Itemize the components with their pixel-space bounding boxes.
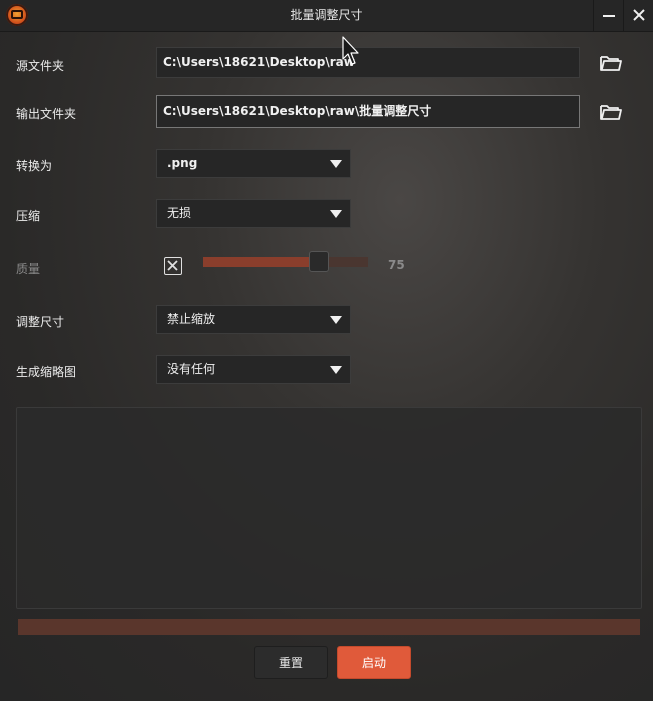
compression-label: 压缩 <box>16 209 41 223</box>
source-folder-browse-button[interactable] <box>600 54 622 72</box>
output-folder-label: 输出文件夹 <box>16 107 77 121</box>
window-title: 批量调整尺寸 <box>290 8 363 22</box>
output-folder-browse-button[interactable] <box>600 103 622 121</box>
output-folder-input[interactable]: C:\Users\18621\Desktop\raw\批量调整尺寸 <box>156 95 580 128</box>
quality-slider-handle[interactable] <box>309 251 329 272</box>
source-folder-input[interactable]: C:\Users\18621\Desktop\raw <box>156 47 580 78</box>
quality-slider-fill <box>203 257 311 267</box>
chevron-down-icon <box>330 210 342 218</box>
quality-value: 75 <box>388 258 405 272</box>
quality-slider[interactable] <box>203 251 368 272</box>
quality-label: 质量 <box>16 262 41 276</box>
convert-to-value: .png <box>167 156 198 170</box>
thumbnail-select[interactable]: 没有任何 <box>156 355 351 384</box>
close-icon <box>167 260 178 271</box>
title-bar: 批量调整尺寸 <box>0 0 653 32</box>
resize-label: 调整尺寸 <box>16 315 65 329</box>
convert-to-label: 转换为 <box>16 159 53 173</box>
folder-icon <box>600 56 622 71</box>
progress-bar <box>18 619 640 635</box>
chevron-down-icon <box>330 366 342 374</box>
reset-button[interactable]: 重置 <box>254 646 328 679</box>
compression-value: 无损 <box>167 206 192 220</box>
thumbnail-value: 没有任何 <box>167 362 216 376</box>
resize-value: 禁止缩放 <box>167 312 216 326</box>
convert-to-select[interactable]: .png <box>156 149 351 178</box>
thumbnail-label: 生成缩略图 <box>16 365 77 379</box>
resize-select[interactable]: 禁止缩放 <box>156 305 351 334</box>
close-icon <box>633 9 645 21</box>
close-button[interactable] <box>623 0 653 31</box>
chevron-down-icon <box>330 316 342 324</box>
chevron-down-icon <box>330 160 342 168</box>
minimize-button[interactable] <box>593 0 624 31</box>
quality-checkbox[interactable] <box>164 257 182 275</box>
source-folder-label: 源文件夹 <box>16 59 65 73</box>
compression-select[interactable]: 无损 <box>156 199 351 228</box>
log-output-area[interactable] <box>16 407 642 609</box>
mouse-cursor-icon <box>342 36 359 65</box>
start-button[interactable]: 启动 <box>337 646 411 679</box>
folder-icon <box>600 105 622 120</box>
